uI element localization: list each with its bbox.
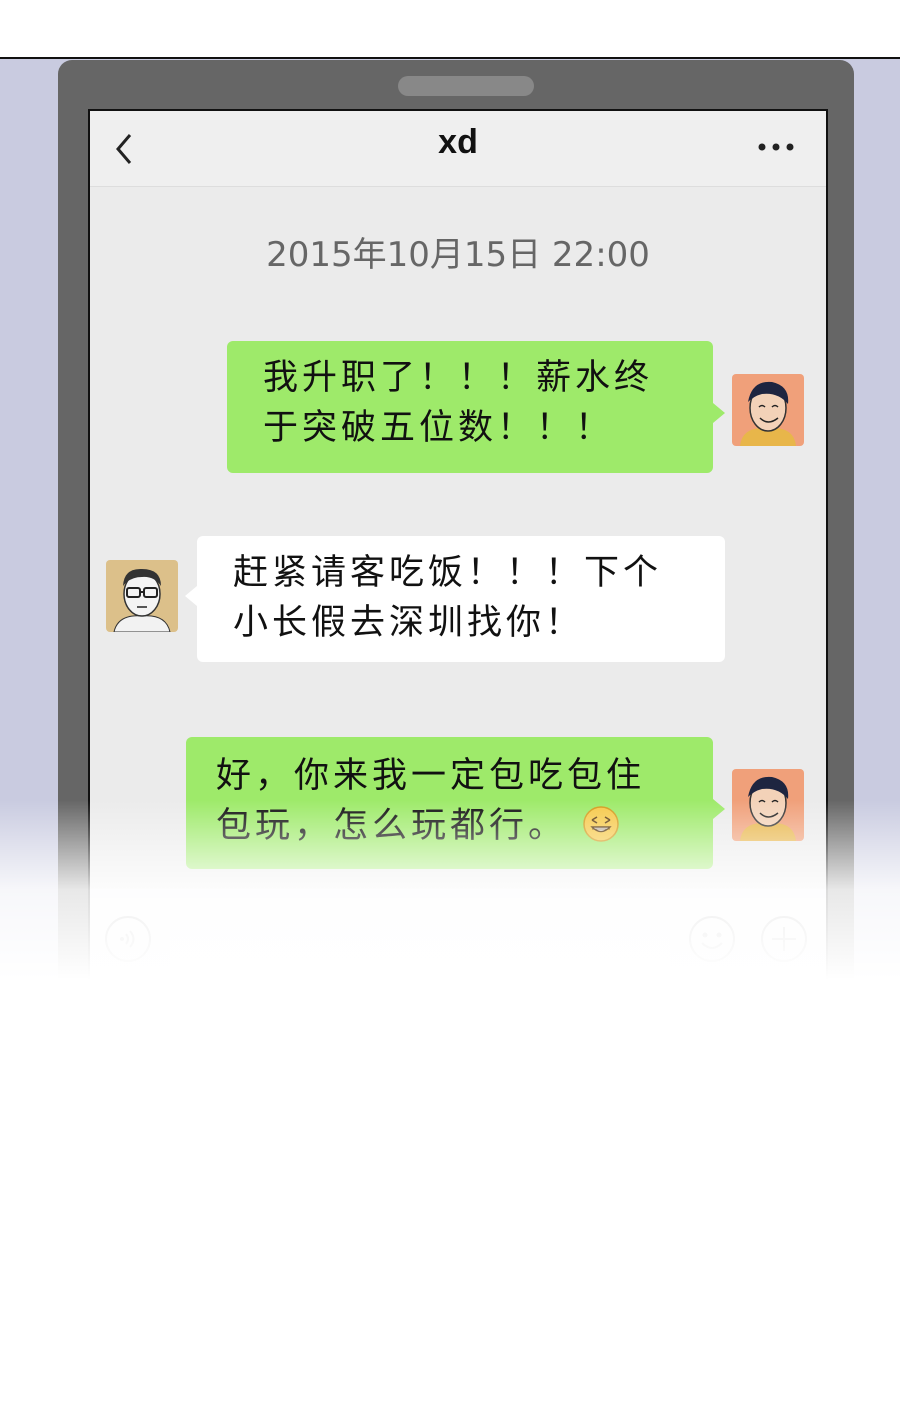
friend-avatar[interactable]: [106, 560, 178, 632]
self-avatar[interactable]: [732, 374, 804, 446]
chat-timestamp: 2015年10月15日 22:00: [266, 235, 650, 275]
bubble-tail: [713, 799, 725, 819]
man-with-glasses-face-icon: [106, 560, 178, 632]
voice-icon[interactable]: [104, 915, 152, 963]
message-line: 赶紧请客吃饭！！！下个: [233, 553, 663, 593]
message-bubble-friend[interactable]: 赶紧请客吃饭！！！下个 小长假去深圳找你！: [185, 536, 725, 662]
chat-input-bar: [90, 889, 826, 989]
message-line: 我升职了！！！薪水终: [263, 358, 654, 398]
bubble-tail: [185, 586, 197, 606]
message-line: 包玩，怎么玩都行。: [216, 806, 568, 846]
plus-icon[interactable]: [760, 915, 808, 963]
grin-emoji-icon: [583, 806, 619, 842]
message-bubble-self[interactable]: 好，你来我一定包吃包住 包玩，怎么玩都行。: [186, 737, 725, 869]
smiley-icon[interactable]: [688, 915, 736, 963]
chat-screen: xd 2015年10月15日 22:00 我升职了！！！薪水终 于突破五位数！！…: [88, 109, 828, 991]
message-line: 小长假去深圳找你！: [233, 603, 585, 643]
woman-face-icon: [732, 374, 804, 446]
message-line: 好，你来我一定包吃包住: [216, 756, 646, 796]
bubble-tail: [713, 403, 725, 423]
message-input[interactable]: [170, 907, 670, 969]
message-bubble-self[interactable]: 我升职了！！！薪水终 于突破五位数！！！: [227, 341, 725, 473]
message-line: 于突破五位数！！！: [263, 408, 615, 448]
chat-header: xd: [90, 111, 826, 187]
phone-speaker: [398, 76, 534, 96]
more-dots-icon[interactable]: [756, 139, 796, 155]
self-avatar[interactable]: [732, 769, 804, 841]
contact-name: xd: [438, 123, 478, 161]
woman-face-icon: [732, 769, 804, 841]
